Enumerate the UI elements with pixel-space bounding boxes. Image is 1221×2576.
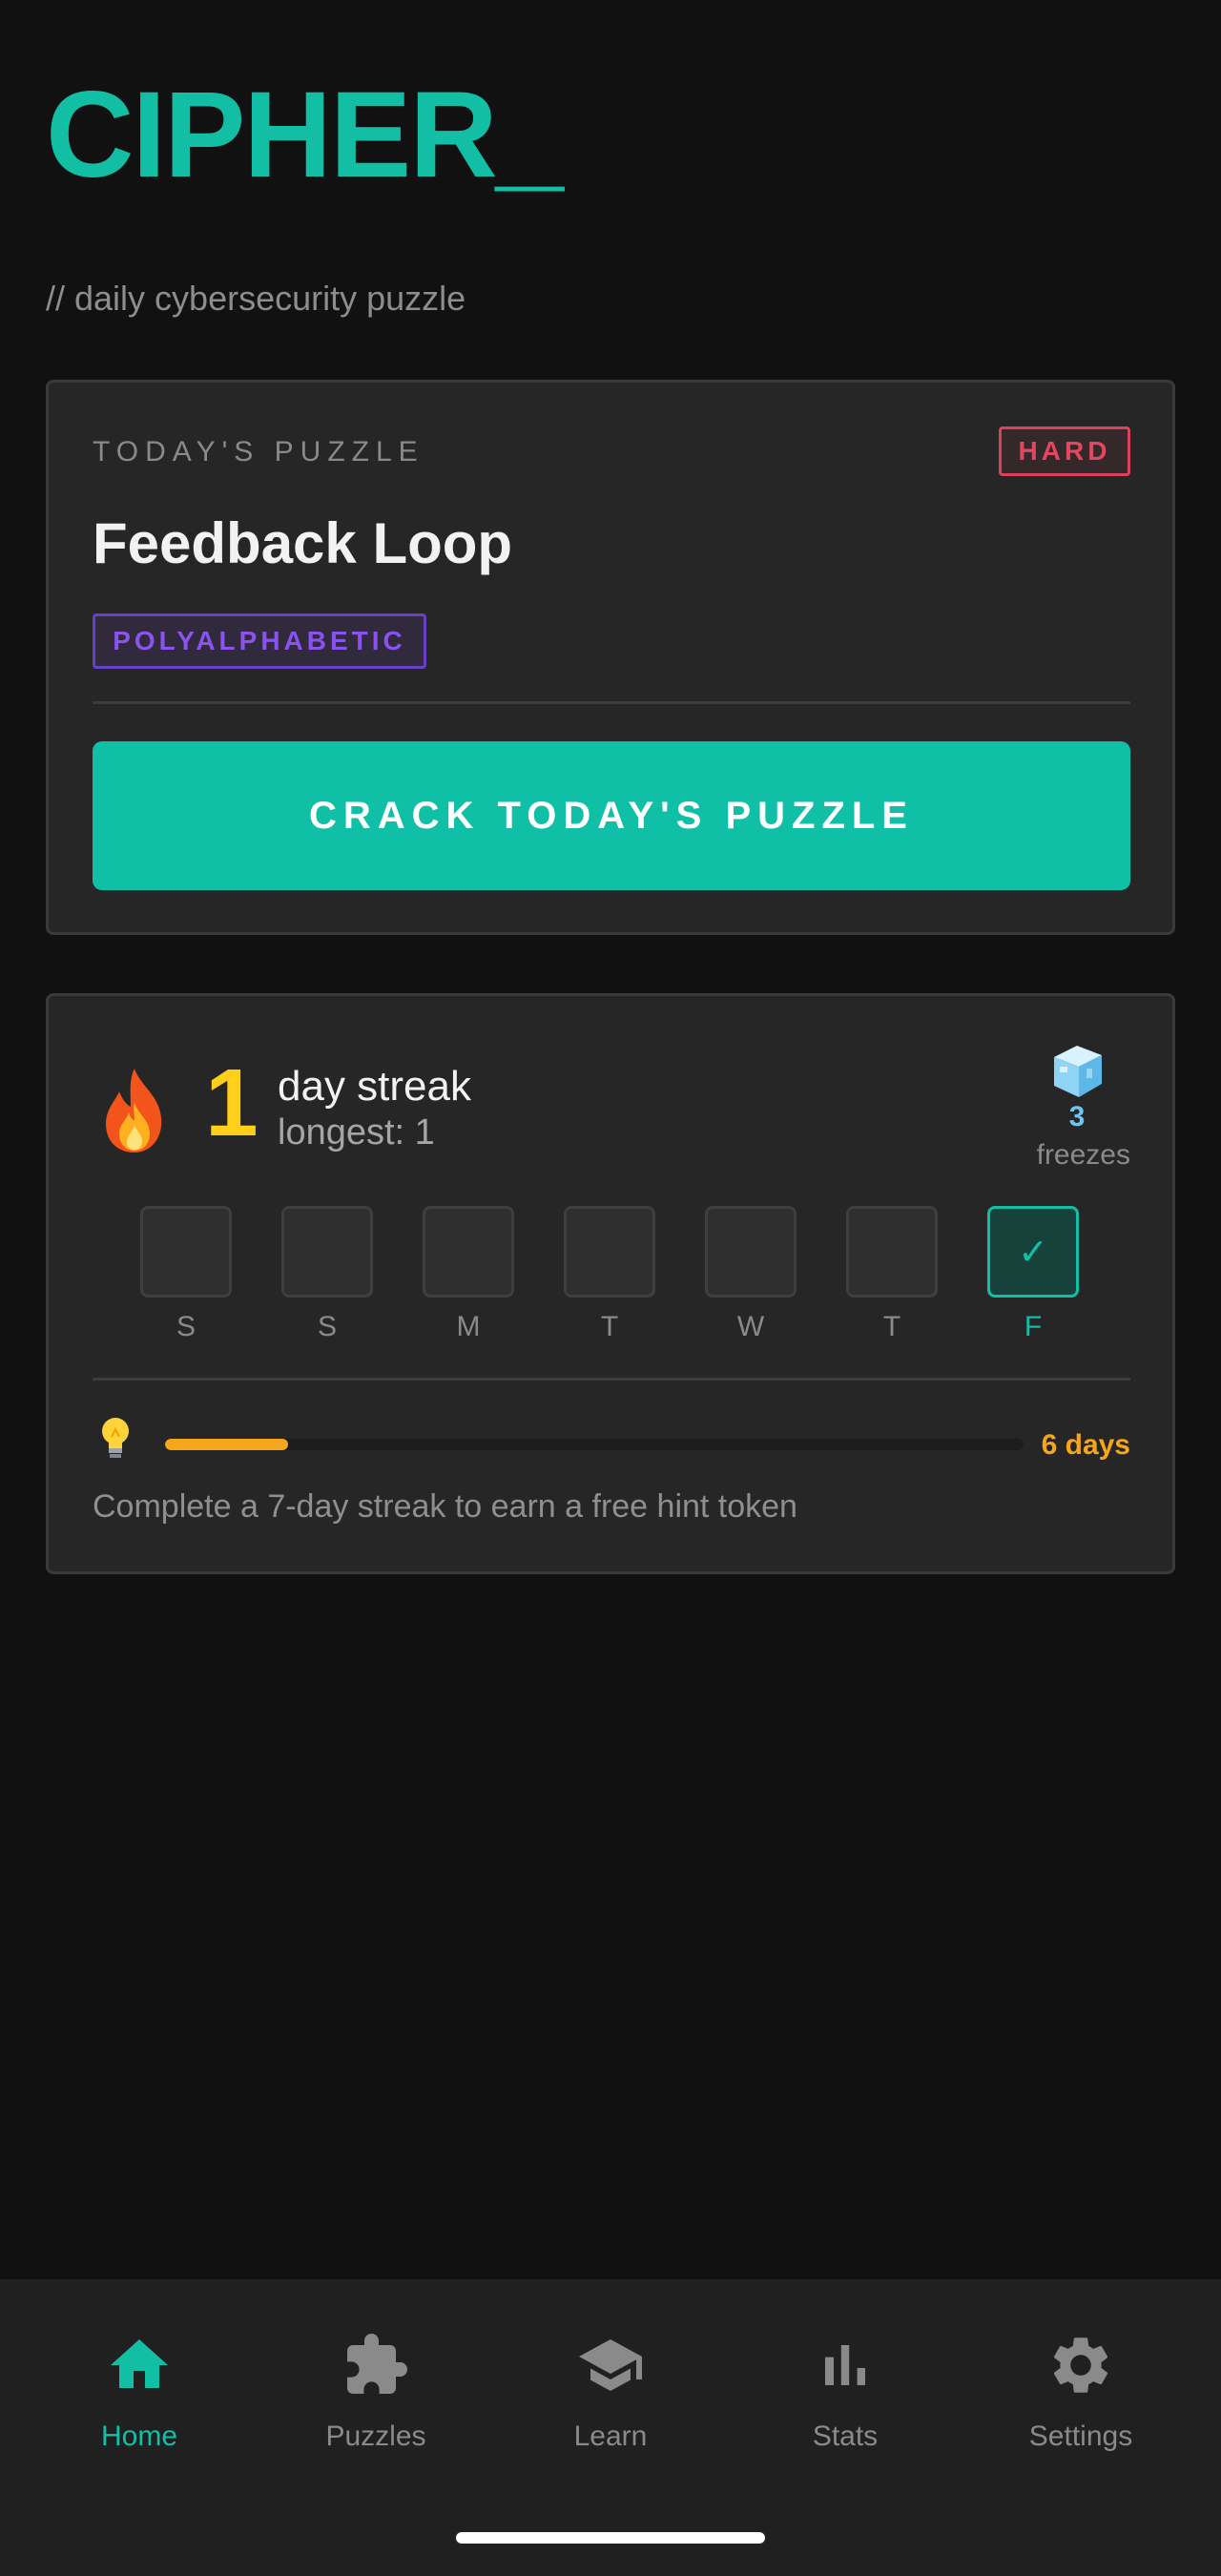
day-letter: W (736, 1311, 765, 1342)
check-icon: ✓ (1018, 1232, 1048, 1273)
day-sat: S (140, 1206, 232, 1343)
day-letter: S (317, 1311, 337, 1342)
day-box (140, 1206, 232, 1298)
graduation-cap-icon (579, 2339, 642, 2391)
day-sun: S (281, 1206, 373, 1343)
nav-label: Puzzles (325, 2420, 426, 2452)
nav-label: Stats (812, 2420, 879, 2452)
day-box (564, 1206, 655, 1298)
app-logo: CIPHER_ (46, 67, 564, 203)
ice-cube-icon (1054, 1046, 1102, 1097)
day-box-completed: ✓ (987, 1206, 1079, 1298)
day-box (705, 1206, 797, 1298)
day-letter: F (1024, 1311, 1043, 1342)
hint-description: Complete a 7-day streak to earn a free h… (93, 1488, 797, 1525)
streak-card: 1 day streak longest: 1 3 freezes S S M (46, 993, 1175, 1574)
home-indicator[interactable] (456, 2532, 765, 2544)
day-thu: T (846, 1206, 938, 1343)
longest-streak: longest: 1 (278, 1112, 435, 1153)
hint-progress-bar (165, 1439, 1024, 1450)
crack-puzzle-button[interactable]: CRACK TODAY'S PUZZLE (93, 741, 1130, 890)
freeze-count: 3 (1068, 1101, 1086, 1132)
nav-item-puzzles[interactable]: Puzzles (280, 2331, 471, 2453)
day-letter: T (882, 1311, 901, 1342)
day-letter: S (176, 1311, 196, 1342)
day-box (846, 1206, 938, 1298)
freeze-label: freezes (1036, 1139, 1130, 1171)
fire-icon (106, 1069, 162, 1153)
day-mon: M (423, 1206, 514, 1343)
bar-chart-icon (825, 2345, 865, 2385)
day-wed: W (705, 1206, 797, 1343)
nav-label: Home (100, 2420, 178, 2452)
home-screen: CIPHER_ // daily cybersecurity puzzle TO… (0, 0, 1221, 2576)
day-letter: T (600, 1311, 619, 1342)
puzzle-title: Feedback Loop (93, 511, 513, 575)
todays-puzzle-eyebrow: TODAY'S PUZZLE (93, 436, 424, 467)
day-box (281, 1206, 373, 1298)
difficulty-badge: HARD (999, 426, 1130, 476)
hint-progress-fill (165, 1439, 288, 1450)
category-badge: POLYALPHABETIC (93, 613, 426, 669)
card-divider (93, 701, 1130, 704)
lightbulb-icon (102, 1418, 129, 1458)
week-calendar: S S M T W T ✓ F (140, 1206, 1142, 1349)
nav-item-learn[interactable]: Learn (515, 2331, 706, 2453)
streak-divider (93, 1378, 1130, 1381)
nav-item-settings[interactable]: Settings (985, 2331, 1176, 2453)
hint-days-left: 6 days (1041, 1429, 1130, 1461)
day-letter: M (456, 1311, 481, 1342)
puzzle-icon (347, 2334, 407, 2394)
app-tagline: // daily cybersecurity puzzle (46, 279, 466, 318)
day-fri: ✓ F (987, 1206, 1079, 1343)
day-box (423, 1206, 514, 1298)
streak-count: 1 (205, 1049, 259, 1156)
gear-icon (1053, 2337, 1108, 2393)
todays-puzzle-card: TODAY'S PUZZLE HARD Feedback Loop POLYAL… (46, 380, 1175, 935)
nav-item-home[interactable]: Home (44, 2331, 235, 2453)
nav-label: Settings (1028, 2420, 1133, 2452)
nav-item-stats[interactable]: Stats (750, 2331, 941, 2453)
streak-label: day streak (278, 1063, 471, 1110)
day-tue: T (564, 1206, 655, 1343)
home-icon (111, 2339, 168, 2388)
nav-label: Learn (573, 2420, 648, 2452)
